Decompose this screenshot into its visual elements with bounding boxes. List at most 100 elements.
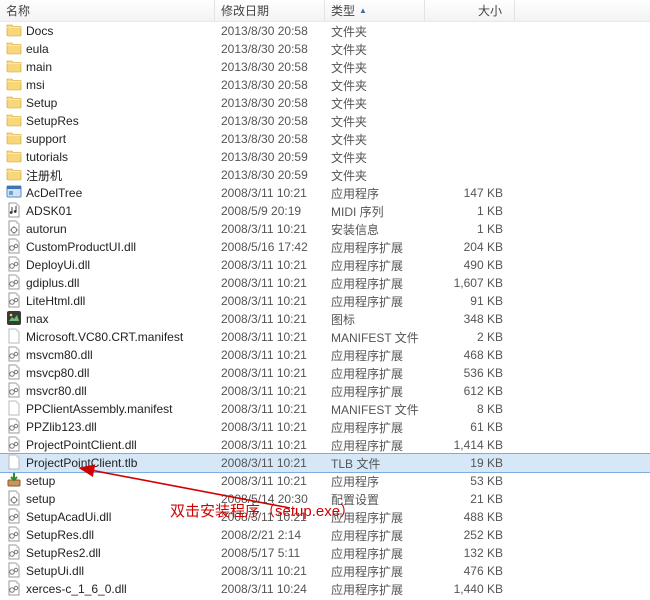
- file-date-cell: 2008/5/16 17:42: [215, 240, 325, 254]
- file-size-cell: 21 KB: [425, 492, 515, 506]
- file-name-cell[interactable]: msvcm80.dll: [0, 346, 215, 365]
- file-date-cell: 2008/3/11 10:21: [215, 312, 325, 326]
- file-name-cell[interactable]: msvcp80.dll: [0, 364, 215, 383]
- file-name-cell[interactable]: ProjectPointClient.dll: [0, 436, 215, 455]
- file-name-cell[interactable]: setup: [0, 490, 215, 509]
- file-row[interactable]: autorun2008/3/11 10:21安装信息1 KB: [0, 220, 650, 238]
- file-type-cell: 应用程序扩展: [325, 437, 425, 454]
- column-header-date[interactable]: 修改日期: [215, 0, 325, 21]
- file-name-cell[interactable]: SetupAcadUi.dll: [0, 508, 215, 527]
- file-name-cell[interactable]: ProjectPointClient.tlb: [0, 454, 215, 473]
- file-name-cell[interactable]: gdiplus.dll: [0, 274, 215, 293]
- file-name-cell[interactable]: SetupRes2.dll: [0, 544, 215, 563]
- file-row[interactable]: SetupUi.dll2008/3/11 10:21应用程序扩展476 KB: [0, 562, 650, 580]
- file-name-cell[interactable]: max: [0, 310, 215, 329]
- file-name-cell[interactable]: Microsoft.VC80.CRT.manifest: [0, 328, 215, 347]
- file-name-cell[interactable]: LiteHtml.dll: [0, 292, 215, 311]
- file-row[interactable]: LiteHtml.dll2008/3/11 10:21应用程序扩展91 KB: [0, 292, 650, 310]
- file-row[interactable]: msvcr80.dll2008/3/11 10:21应用程序扩展612 KB: [0, 382, 650, 400]
- dll-icon: [6, 580, 22, 599]
- file-row[interactable]: PPZlib123.dll2008/3/11 10:21应用程序扩展61 KB: [0, 418, 650, 436]
- file-name-cell[interactable]: xerces-c_1_6_0.dll: [0, 580, 215, 599]
- file-name-label: SetupRes2.dll: [26, 546, 101, 560]
- file-date-cell: 2008/3/11 10:21: [215, 420, 325, 434]
- file-row[interactable]: 注册机2013/8/30 20:59文件夹: [0, 166, 650, 184]
- file-name-cell[interactable]: SetupUi.dll: [0, 562, 215, 581]
- file-size-cell: 91 KB: [425, 294, 515, 308]
- file-row[interactable]: gdiplus.dll2008/3/11 10:21应用程序扩展1,607 KB: [0, 274, 650, 292]
- file-row[interactable]: ADSK012008/5/9 20:19MIDI 序列1 KB: [0, 202, 650, 220]
- file-name-cell[interactable]: SetupRes.dll: [0, 526, 215, 545]
- file-row[interactable]: msvcm80.dll2008/3/11 10:21应用程序扩展468 KB: [0, 346, 650, 364]
- file-row[interactable]: SetupAcadUi.dll2008/3/11 10:21应用程序扩展488 …: [0, 508, 650, 526]
- file-row[interactable]: Setup2013/8/30 20:58文件夹: [0, 94, 650, 112]
- file-date-cell: 2008/3/11 10:21: [215, 330, 325, 344]
- file-row[interactable]: support2013/8/30 20:58文件夹: [0, 130, 650, 148]
- file-date-cell: 2008/5/9 20:19: [215, 204, 325, 218]
- file-row[interactable]: tutorials2013/8/30 20:59文件夹: [0, 148, 650, 166]
- file-name-cell[interactable]: msi: [0, 76, 215, 95]
- file-row[interactable]: AcDelTree2008/3/11 10:21应用程序147 KB: [0, 184, 650, 202]
- file-type-cell: 文件夹: [325, 59, 425, 76]
- file-date-cell: 2008/3/11 10:21: [215, 276, 325, 290]
- file-name-cell[interactable]: autorun: [0, 220, 215, 239]
- column-header-type[interactable]: 类型 ▲: [325, 0, 425, 21]
- file-date-cell: 2013/8/30 20:59: [215, 150, 325, 164]
- file-type-cell: 应用程序扩展: [325, 365, 425, 382]
- file-name-cell[interactable]: AcDelTree: [0, 184, 215, 203]
- file-type-cell: 应用程序: [325, 473, 425, 490]
- file-name-label: SetupRes.dll: [26, 528, 94, 542]
- file-row[interactable]: CustomProductUI.dll2008/5/16 17:42应用程序扩展…: [0, 238, 650, 256]
- file-row[interactable]: xerces-c_1_6_0.dll2008/3/11 10:24应用程序扩展1…: [0, 580, 650, 598]
- column-header-date-label: 修改日期: [221, 2, 269, 19]
- file-row[interactable]: setup2008/5/14 20:30配置设置21 KB: [0, 490, 650, 508]
- file-name-cell[interactable]: eula: [0, 40, 215, 59]
- file-name-label: ADSK01: [26, 204, 72, 218]
- column-header-name[interactable]: 名称: [0, 0, 215, 21]
- file-row[interactable]: ProjectPointClient.dll2008/3/11 10:21应用程…: [0, 436, 650, 454]
- file-row[interactable]: DeployUi.dll2008/3/11 10:21应用程序扩展490 KB: [0, 256, 650, 274]
- file-name-label: PPClientAssembly.manifest: [26, 402, 173, 416]
- file-type-cell: TLB 文件: [325, 455, 425, 472]
- file-size-cell: 8 KB: [425, 402, 515, 416]
- file-name-cell[interactable]: tutorials: [0, 148, 215, 167]
- file-name-cell[interactable]: main: [0, 58, 215, 77]
- file-name-cell[interactable]: Setup: [0, 94, 215, 113]
- dll-icon: [6, 256, 22, 275]
- file-type-cell: 文件夹: [325, 149, 425, 166]
- file-row[interactable]: SetupRes2013/8/30 20:58文件夹: [0, 112, 650, 130]
- file-row[interactable]: setup2008/3/11 10:21应用程序53 KB: [0, 472, 650, 490]
- file-row[interactable]: Docs2013/8/30 20:58文件夹: [0, 22, 650, 40]
- file-row[interactable]: PPClientAssembly.manifest2008/3/11 10:21…: [0, 400, 650, 418]
- file-row[interactable]: max2008/3/11 10:21图标348 KB: [0, 310, 650, 328]
- file-name-cell[interactable]: PPClientAssembly.manifest: [0, 400, 215, 419]
- file-row[interactable]: msi2013/8/30 20:58文件夹: [0, 76, 650, 94]
- file-row[interactable]: SetupRes.dll2008/2/21 2:14应用程序扩展252 KB: [0, 526, 650, 544]
- file-name-label: CustomProductUI.dll: [26, 240, 136, 254]
- file-row[interactable]: SetupRes2.dll2008/5/17 5:11应用程序扩展132 KB: [0, 544, 650, 562]
- file-name-cell[interactable]: support: [0, 130, 215, 149]
- file-name-cell[interactable]: Docs: [0, 22, 215, 41]
- file-name-cell[interactable]: setup: [0, 472, 215, 491]
- column-header-size[interactable]: 大小: [425, 0, 515, 21]
- file-name-label: AcDelTree: [26, 186, 82, 200]
- file-name-cell[interactable]: msvcr80.dll: [0, 382, 215, 401]
- file-row[interactable]: ProjectPointClient.tlb2008/3/11 10:21TLB…: [0, 454, 650, 472]
- file-date-cell: 2013/8/30 20:58: [215, 132, 325, 146]
- file-row[interactable]: main2013/8/30 20:58文件夹: [0, 58, 650, 76]
- file-type-cell: 文件夹: [325, 23, 425, 40]
- file-name-cell[interactable]: SetupRes: [0, 112, 215, 131]
- file-name-label: setup: [26, 474, 55, 488]
- file-row[interactable]: eula2013/8/30 20:58文件夹: [0, 40, 650, 58]
- folder-icon: [6, 76, 22, 95]
- file-name-cell[interactable]: CustomProductUI.dll: [0, 238, 215, 257]
- file-size-cell: 252 KB: [425, 528, 515, 542]
- file-row[interactable]: msvcp80.dll2008/3/11 10:21应用程序扩展536 KB: [0, 364, 650, 382]
- file-row[interactable]: Microsoft.VC80.CRT.manifest2008/3/11 10:…: [0, 328, 650, 346]
- file-name-cell[interactable]: ADSK01: [0, 202, 215, 221]
- file-name-label: xerces-c_1_6_0.dll: [26, 582, 127, 596]
- file-date-cell: 2008/2/21 2:14: [215, 528, 325, 542]
- file-name-cell[interactable]: DeployUi.dll: [0, 256, 215, 275]
- file-name-cell[interactable]: 注册机: [0, 166, 215, 185]
- file-name-cell[interactable]: PPZlib123.dll: [0, 418, 215, 437]
